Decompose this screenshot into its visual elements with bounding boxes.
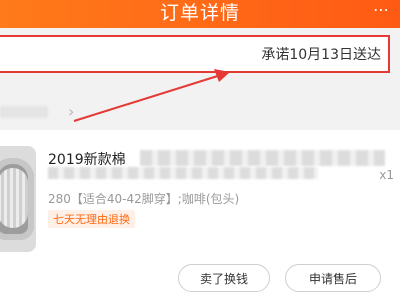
- delivery-promise-card: 承诺10月13日送达: [0, 35, 390, 73]
- quantity: x1: [379, 168, 394, 182]
- shop-row[interactable]: ›: [0, 98, 120, 130]
- sku-description: 280【适合40-42脚穿】;咖啡(包头): [48, 192, 240, 206]
- chevron-right-icon: ›: [68, 102, 75, 121]
- app-header: 订单详情 ⋯: [0, 0, 400, 28]
- shop-name-redacted: [0, 106, 48, 118]
- product-title-redacted: [140, 150, 385, 166]
- aftersale-button[interactable]: 申请售后: [285, 264, 381, 292]
- page-title: 订单详情: [159, 2, 240, 24]
- return-policy-badge: 七天无理由退换: [48, 210, 135, 228]
- sell-button[interactable]: 卖了换钱: [178, 264, 270, 292]
- ellipsis-icon[interactable]: ⋯: [373, 0, 390, 19]
- product-thumbnail[interactable]: [0, 146, 36, 252]
- product-title[interactable]: 2019新款棉: [48, 149, 126, 169]
- delivery-promise-text: 承诺10月13日送达: [261, 47, 381, 63]
- slipper-lining: [0, 168, 28, 228]
- product-title-redacted-line2: [48, 167, 318, 179]
